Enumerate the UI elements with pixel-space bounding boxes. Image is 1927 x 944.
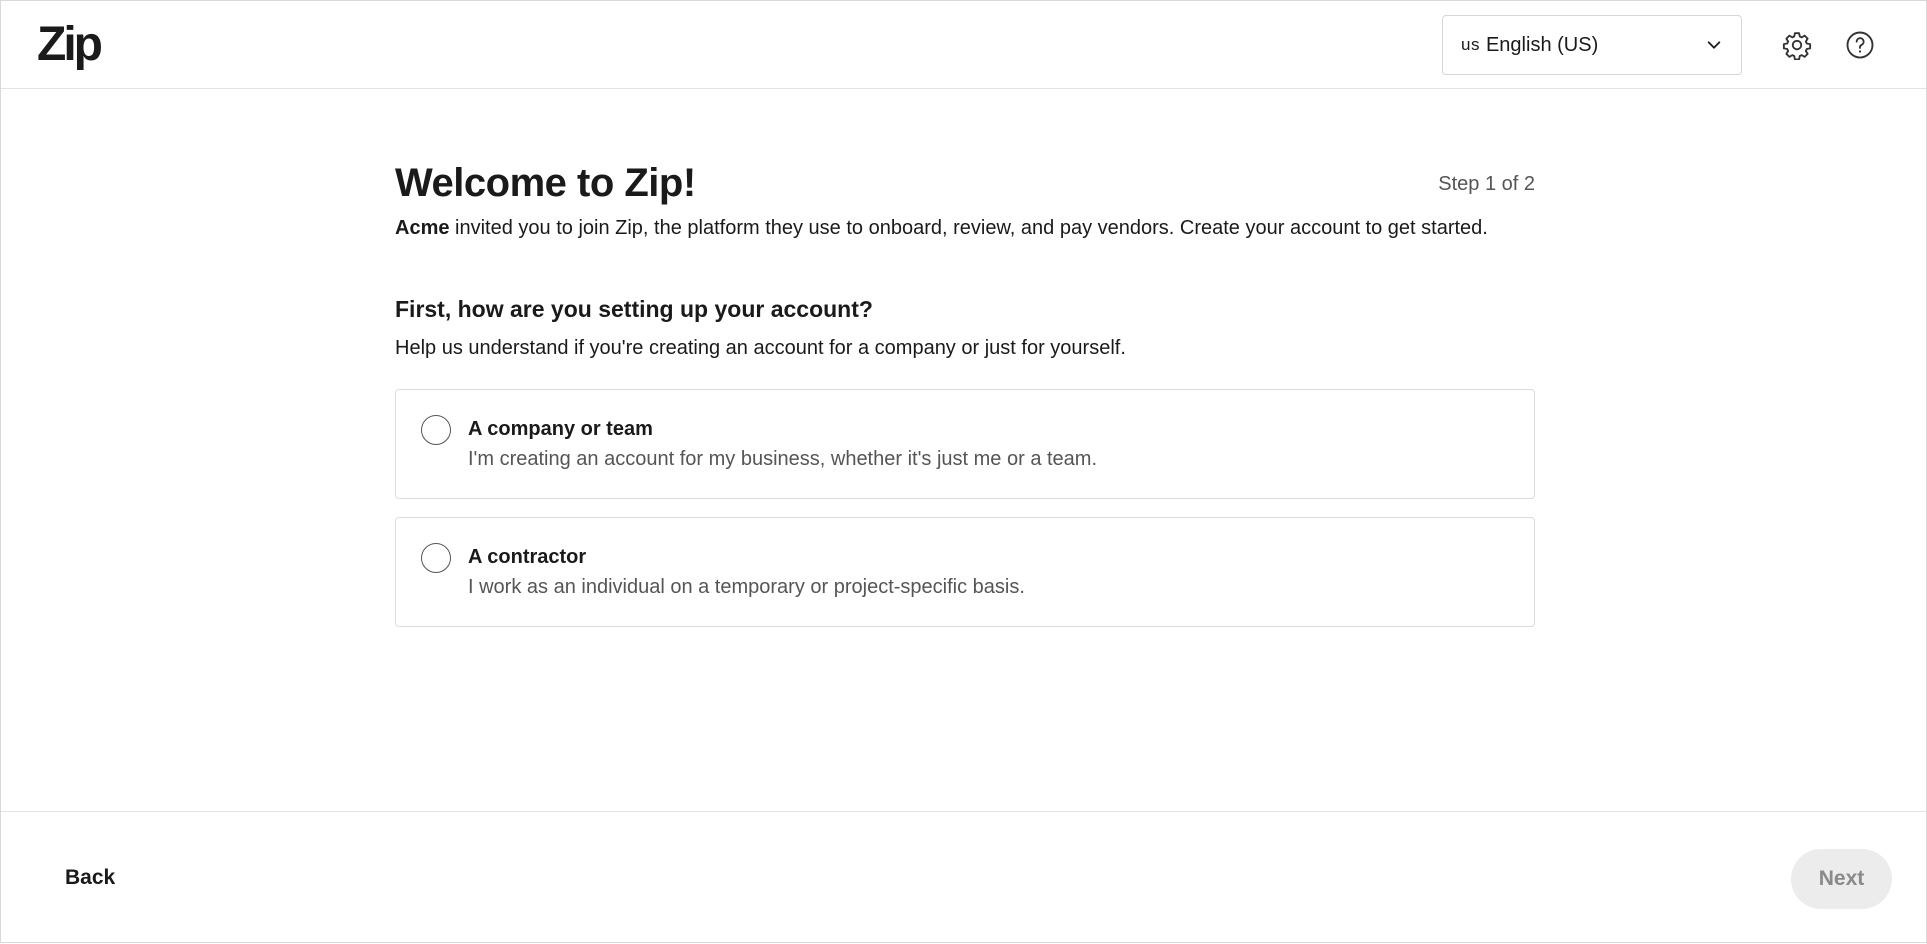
account-type-help-text: Help us understand if you're creating an… <box>395 337 1126 359</box>
page-title: Welcome to Zip! <box>395 161 696 205</box>
question-circle-icon <box>1846 31 1874 59</box>
language-selected-value: English (US) <box>1485 33 1599 56</box>
chevron-down-icon <box>1707 41 1721 49</box>
inviting-company-name: Acme <box>395 217 450 239</box>
gear-icon <box>1782 32 1812 60</box>
next-button[interactable]: Next <box>1791 849 1892 909</box>
step-indicator: Step 1 of 2 <box>1438 173 1535 195</box>
app-window: Zip us English (US) Welcome to Zip! Step <box>0 0 1927 943</box>
radio-contractor[interactable] <box>421 543 451 573</box>
account-type-options: A company or team I'm creating an accoun… <box>395 389 1535 645</box>
back-button[interactable]: Back <box>49 852 131 904</box>
settings-button[interactable] <box>1778 26 1816 64</box>
option-company-or-team[interactable]: A company or team I'm creating an accoun… <box>395 389 1535 499</box>
intro-text: Acme invited you to join Zip, the platfo… <box>395 217 1488 240</box>
us-flag-icon: us <box>1461 35 1480 54</box>
radio-company-or-team[interactable] <box>421 415 451 445</box>
option-title: A contractor <box>468 546 587 568</box>
language-select[interactable]: us English (US) <box>1442 15 1742 75</box>
intro-description: invited you to join Zip, the platform th… <box>449 217 1488 239</box>
option-description: I work as an individual on a temporary o… <box>468 576 1025 598</box>
help-button[interactable] <box>1841 26 1879 64</box>
top-bar: Zip us English (US) <box>1 1 1926 89</box>
option-description: I'm creating an account for my business,… <box>468 448 1098 470</box>
option-title: A company or team <box>468 418 653 440</box>
zip-logo[interactable]: Zip <box>37 19 103 71</box>
account-type-question: First, how are you setting up your accou… <box>395 296 873 322</box>
footer-bar: Back Next <box>1 811 1926 944</box>
option-contractor[interactable]: A contractor I work as an individual on … <box>395 517 1535 627</box>
